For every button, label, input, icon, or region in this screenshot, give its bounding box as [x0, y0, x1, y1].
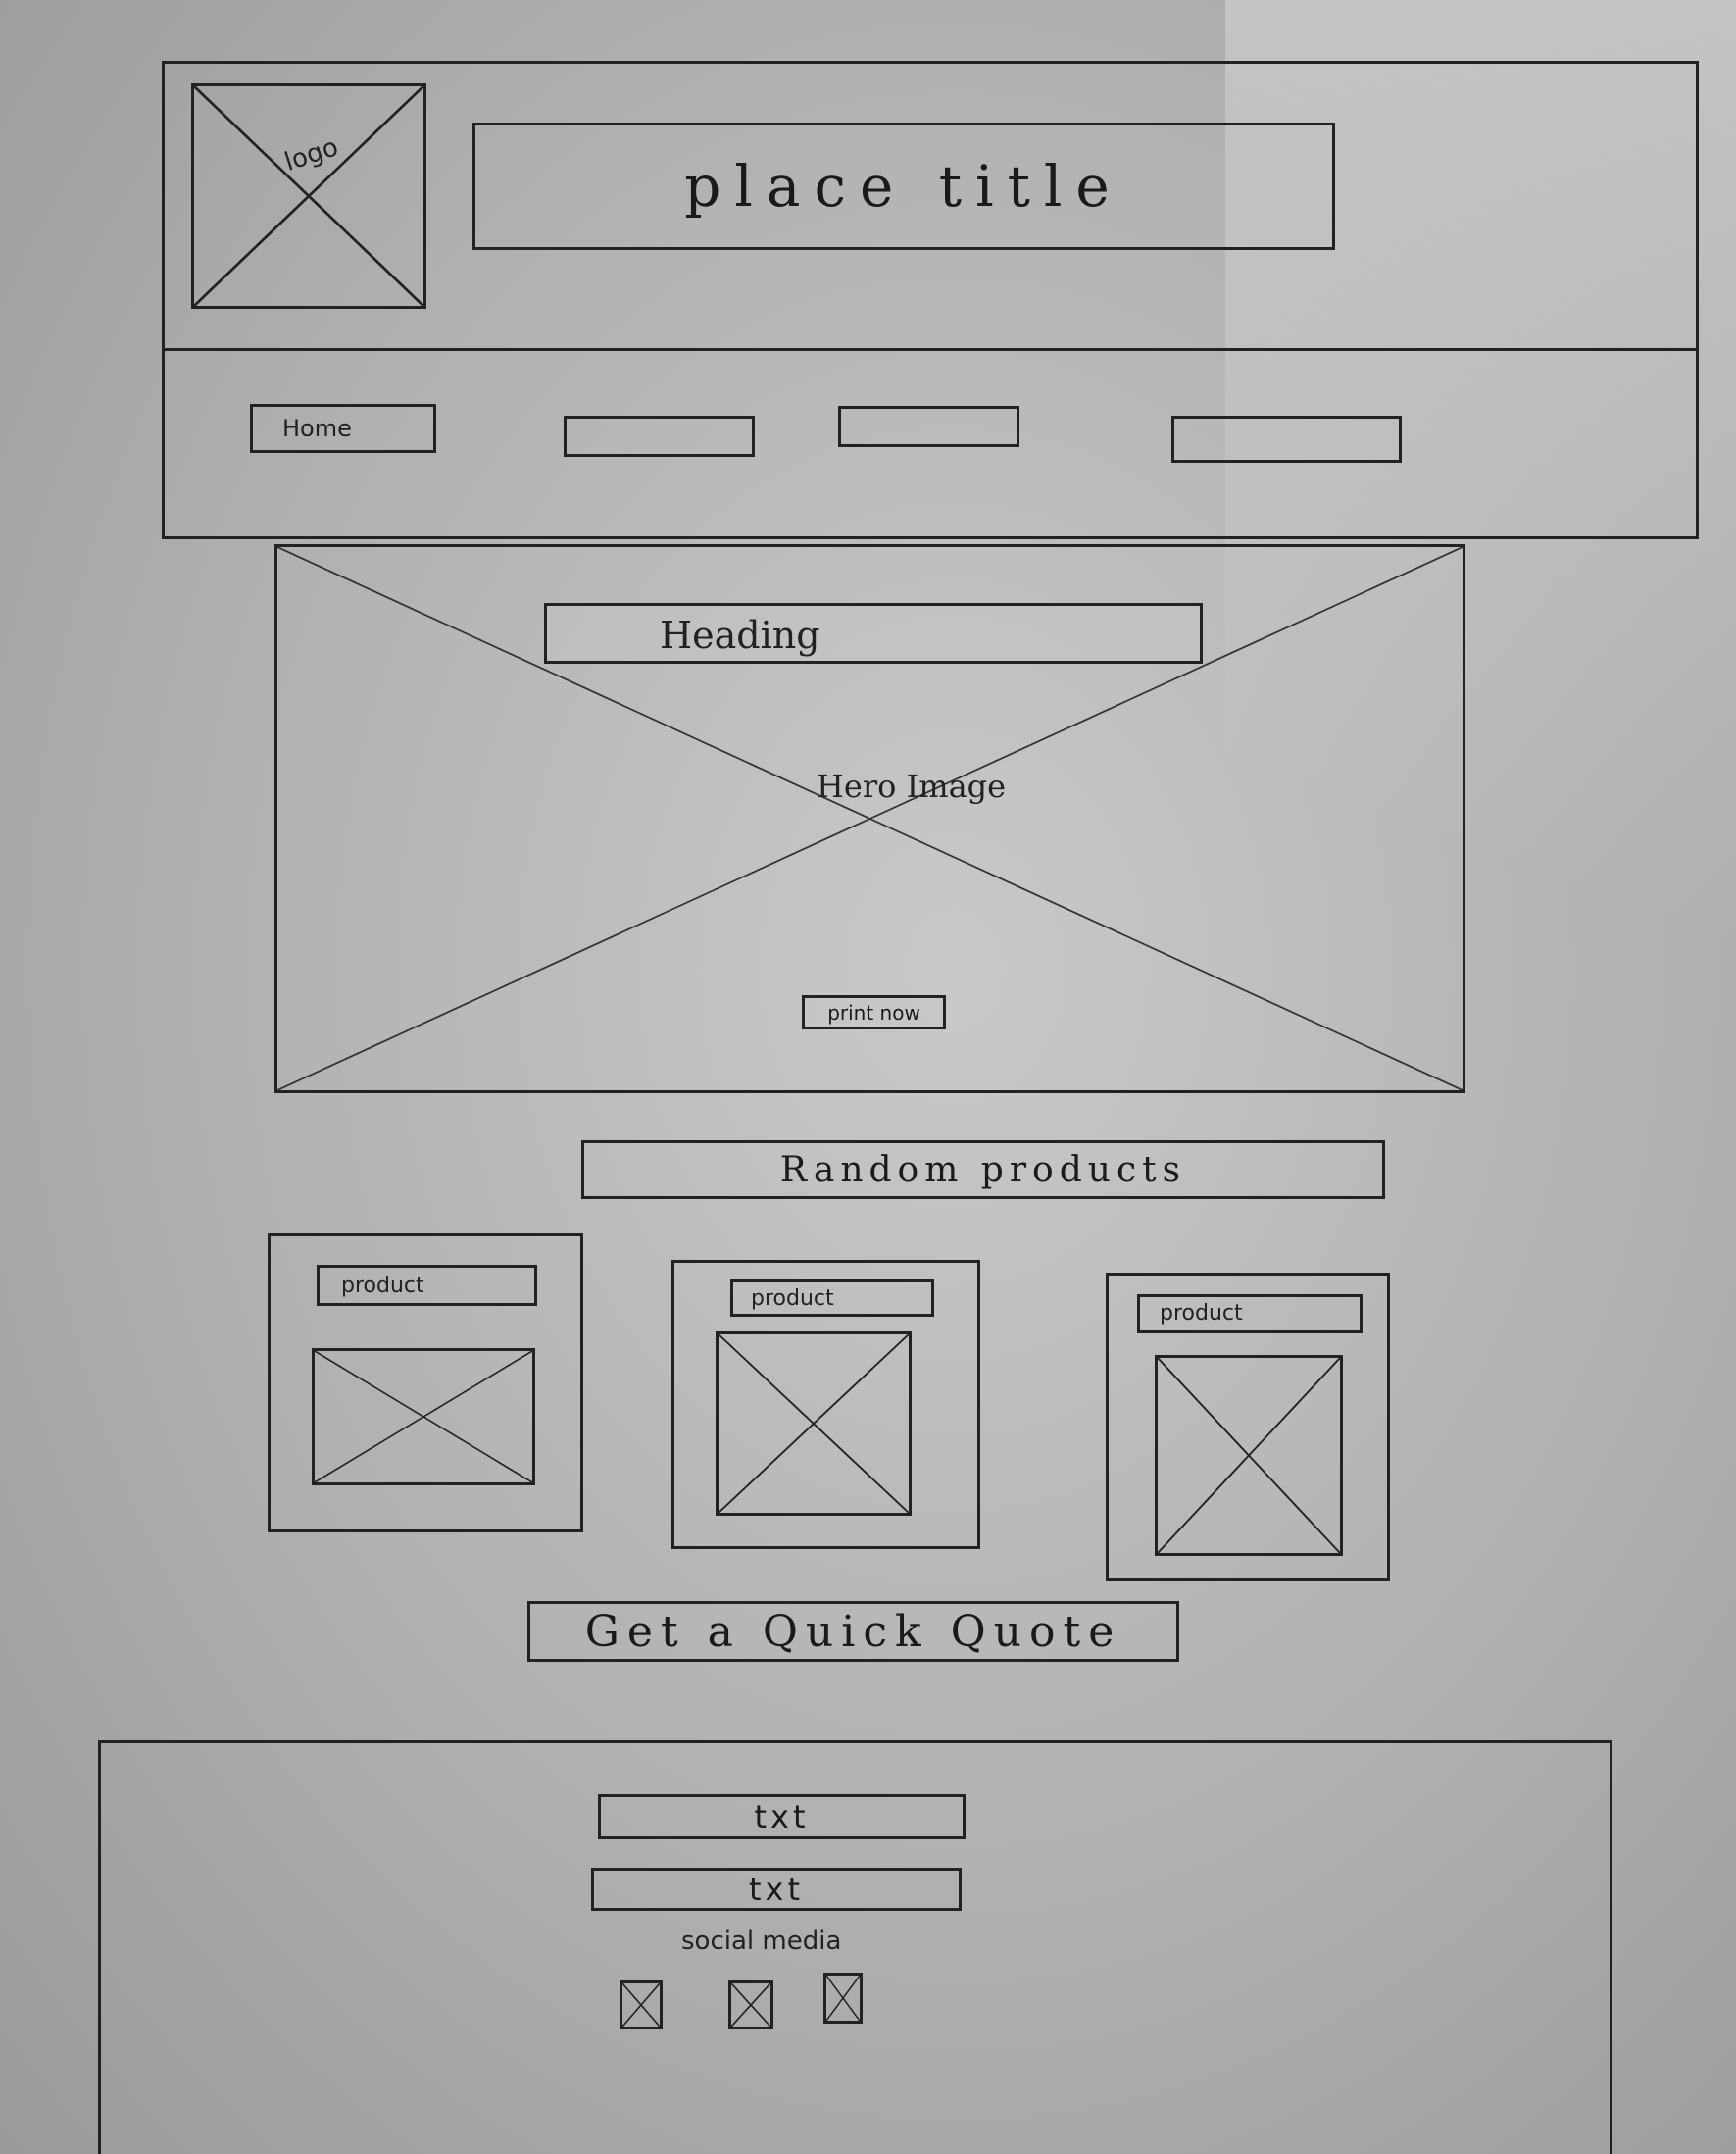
product-card-3-image	[1155, 1355, 1343, 1556]
nav-item-home[interactable]: Home	[250, 404, 436, 453]
social-icon-2[interactable]	[728, 1980, 773, 2029]
nav-item-4[interactable]	[1171, 416, 1402, 463]
footer-text-2: txt	[591, 1868, 962, 1911]
footer-text-1: txt	[598, 1794, 966, 1839]
page-title-text: place title	[684, 153, 1123, 220]
nav-item-3[interactable]	[838, 406, 1019, 447]
social-1-placeholder-icon	[622, 1983, 660, 2027]
hero-heading: Heading	[544, 603, 1203, 664]
section-title-random-products: Random products	[581, 1140, 1385, 1199]
header-divider	[162, 348, 1699, 351]
print-now-button-label: print now	[827, 1000, 920, 1025]
footer-text-2-label: txt	[748, 1871, 805, 1908]
product-card-1-title: product	[317, 1265, 537, 1306]
product-card-1-label: product	[341, 1274, 424, 1298]
product-card-2-title: product	[730, 1279, 934, 1317]
social-2-placeholder-icon	[731, 1983, 770, 2027]
nav-item-2[interactable]	[564, 416, 755, 457]
nav-item-home-label: Home	[282, 415, 352, 442]
product-card-3-label: product	[1160, 1301, 1243, 1326]
product-card-2-label: product	[751, 1286, 834, 1311]
hero-heading-text: Heading	[660, 614, 820, 657]
quick-quote-button-label: Get a Quick Quote	[584, 1606, 1122, 1657]
product-card-3-title: product	[1137, 1294, 1363, 1333]
logo[interactable]: logo	[191, 83, 426, 309]
social-3-placeholder-icon	[826, 1976, 860, 2021]
logo-placeholder-icon	[194, 86, 423, 306]
print-now-button[interactable]: print now	[802, 995, 946, 1029]
footer-text-1-label: txt	[754, 1798, 810, 1835]
quick-quote-button[interactable]: Get a Quick Quote	[527, 1601, 1179, 1662]
social-icon-3[interactable]	[823, 1973, 863, 2024]
section-title-text: Random products	[779, 1149, 1187, 1190]
social-media-label: social media	[681, 1927, 842, 1956]
social-icon-1[interactable]	[620, 1980, 663, 2029]
product-1-image-placeholder-icon	[315, 1351, 532, 1482]
hero-image-label: Hero Image	[817, 768, 1007, 805]
product-card-1-image	[312, 1348, 535, 1485]
product-2-image-placeholder-icon	[719, 1334, 909, 1513]
page-title: place title	[472, 123, 1335, 250]
product-3-image-placeholder-icon	[1158, 1358, 1340, 1553]
product-card-2-image	[716, 1331, 912, 1516]
